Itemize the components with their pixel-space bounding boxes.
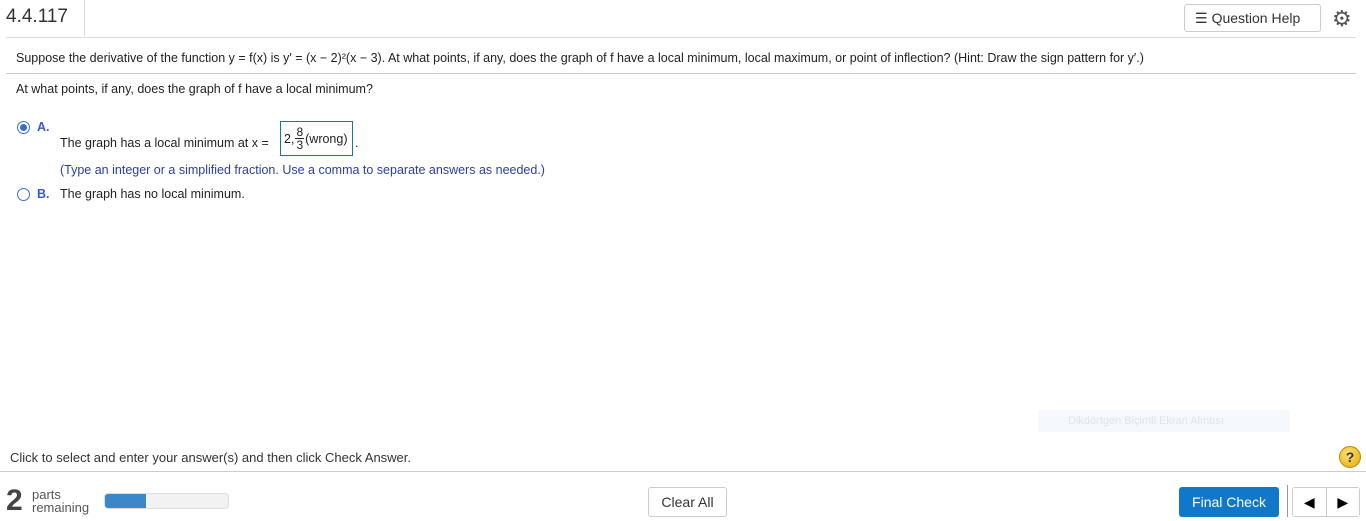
progress-fill	[105, 494, 146, 508]
instruction-text: Click to select and enter your answer(s)…	[10, 450, 412, 465]
question-nav: ◀ ▶	[1292, 487, 1360, 517]
option-a-text: The graph has a local minimum at x =	[60, 136, 269, 150]
question-number: 4.4.117	[6, 6, 68, 27]
answer-period: .	[355, 136, 359, 150]
answer-prefix: 2,	[284, 131, 295, 146]
question-text: Suppose the derivative of the function y…	[16, 51, 1144, 65]
option-b-radio[interactable]	[17, 188, 30, 201]
answer-hint: (Type an integer or a simplified fractio…	[60, 163, 545, 177]
option-a-label: A.	[37, 120, 50, 134]
gear-icon[interactable]: ⚙	[1332, 6, 1352, 32]
question-prompt: At what points, if any, does the graph o…	[16, 82, 373, 96]
previous-button[interactable]: ◀	[1293, 488, 1326, 516]
divider	[6, 73, 1356, 74]
answer-status: (wrong)	[305, 131, 348, 146]
question-help-label: Question Help	[1211, 10, 1301, 26]
divider	[84, 0, 85, 36]
parts-remaining-count: 2	[6, 484, 23, 517]
next-button[interactable]: ▶	[1325, 488, 1359, 516]
option-b-label: B.	[37, 187, 50, 201]
list-icon: ☰	[1195, 9, 1208, 26]
parts-remaining-label: parts remaining	[32, 488, 89, 514]
divider	[1287, 485, 1288, 517]
answer-fraction: 83	[295, 126, 305, 152]
option-b-text: The graph has no local minimum.	[60, 187, 245, 201]
watermark: Dikdörtgen Biçimli Ekran Alıntısı	[1038, 410, 1290, 432]
progress-bar	[104, 493, 229, 509]
divider	[0, 471, 1366, 472]
clear-all-button[interactable]: Clear All	[648, 487, 727, 517]
option-a-radio[interactable]	[17, 121, 30, 134]
question-help-button[interactable]: ☰ Question Help	[1184, 4, 1321, 32]
remaining-label: remaining	[32, 500, 90, 515]
divider	[6, 37, 1356, 38]
answer-input[interactable]: 2, 83 (wrong)	[280, 121, 353, 156]
fraction-denominator: 3	[296, 138, 304, 152]
final-check-button[interactable]: Final Check	[1179, 487, 1279, 517]
help-icon[interactable]: ?	[1339, 446, 1361, 468]
